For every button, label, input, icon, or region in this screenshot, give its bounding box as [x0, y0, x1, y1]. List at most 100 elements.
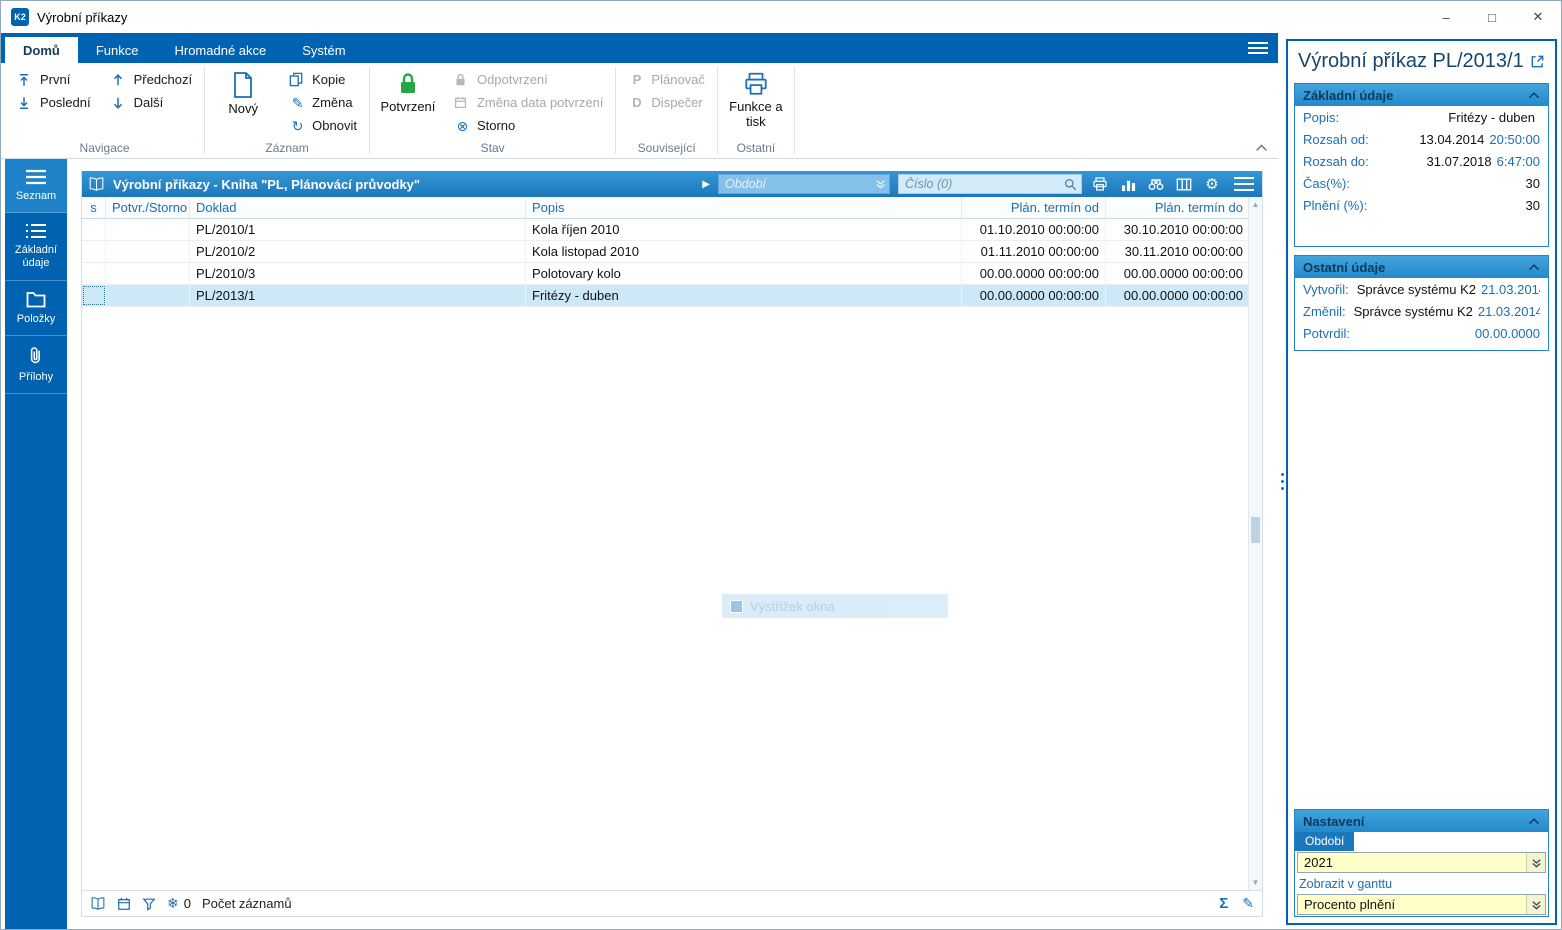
lock-gray-icon: [454, 73, 471, 87]
last-icon: [17, 96, 34, 110]
first-button[interactable]: První: [13, 68, 95, 91]
print-icon[interactable]: [1090, 174, 1110, 194]
functions-print-button[interactable]: Funkce a tisk: [726, 68, 786, 130]
column-header-popis[interactable]: Popis: [526, 197, 962, 218]
dispatcher-button[interactable]: D Dispečer: [624, 91, 708, 114]
close-button[interactable]: ✕: [1515, 1, 1561, 33]
table-empty-area: Výstřižek okna: [82, 307, 1248, 890]
sidebar-item-prilohy[interactable]: Přílohy: [5, 336, 67, 394]
previous-button[interactable]: Předchozí: [107, 68, 197, 91]
scrollbar-track[interactable]: [1249, 212, 1262, 875]
sidebar: Seznam Základní údaje Položky Přílohy: [5, 159, 67, 929]
tab-funkce[interactable]: Funkce: [78, 37, 157, 63]
section-zakladni-udaje: Základní údaje Popis: Fritézy - duben Ro…: [1294, 83, 1549, 247]
double-chevron-icon[interactable]: [1526, 895, 1545, 914]
chevron-up-icon[interactable]: [1528, 817, 1540, 825]
ribbon-group-zaznam: Nový Kopie ✎ Změna ↻ Obnovit Záznam: [205, 63, 369, 158]
ribbon-menu-icon[interactable]: [1248, 40, 1268, 56]
field-plneni: Plnění (%): 30: [1303, 197, 1540, 213]
sidebar-item-seznam[interactable]: Seznam: [5, 159, 67, 214]
chevron-up-icon[interactable]: [1528, 91, 1540, 99]
tab-hromadne-akce[interactable]: Hromadné akce: [156, 37, 284, 63]
detail-panel: Výrobní příkaz PL/2013/1 Základní údaje …: [1286, 39, 1557, 925]
records-table: Výrobní příkazy - Kniha "PL, Plánovácí p…: [81, 171, 1263, 917]
ribbon-collapse-button[interactable]: [1255, 143, 1268, 152]
column-header-doklad[interactable]: Doklad: [190, 197, 526, 218]
field-vytvoril: Vytvořil: Správce systému K221.03.2014 0…: [1303, 281, 1540, 297]
field-popis: Popis: Fritézy - duben: [1303, 109, 1535, 125]
section-header-ostatni-udaje[interactable]: Ostatní údaje: [1295, 256, 1548, 278]
section-header-zakladni-udaje[interactable]: Základní údaje: [1295, 84, 1548, 106]
calendar-icon[interactable]: [117, 897, 131, 911]
cancel-record-button[interactable]: ⊗ Storno: [450, 114, 607, 137]
period-combo: [1297, 852, 1546, 873]
vertical-scrollbar[interactable]: ▲ ▼: [1248, 197, 1262, 890]
sidebar-item-polozky[interactable]: Položky: [5, 281, 67, 336]
chevron-up-icon[interactable]: [1528, 263, 1540, 271]
popout-icon[interactable]: [1530, 50, 1545, 69]
field-zmenil: Změnil: Správce systému K221.03.2014 09:…: [1303, 303, 1540, 319]
unconfirm-button[interactable]: Odpotvrzení: [450, 68, 607, 91]
edit-button[interactable]: ✎ Změna: [285, 91, 361, 114]
change-confirm-date-button[interactable]: Změna data potvrzení: [450, 91, 607, 114]
edit-pencil-icon[interactable]: ✎: [1242, 895, 1254, 912]
refresh-button[interactable]: ↻ Obnovit: [285, 114, 361, 137]
minimize-button[interactable]: –: [1423, 1, 1469, 33]
book-panes-icon[interactable]: [90, 897, 106, 910]
app-logo-icon: K2: [11, 8, 29, 26]
columns-icon[interactable]: [1174, 174, 1194, 194]
table-row[interactable]: PL/2010/2 Kola listopad 2010 01.11.2010 …: [82, 241, 1250, 263]
new-button[interactable]: Nový: [213, 68, 273, 117]
table-row-selected[interactable]: PL/2013/1 Fritézy - duben 00.00.0000 00:…: [82, 285, 1250, 307]
number-search-input[interactable]: [905, 177, 1064, 191]
table-title: Výrobní příkazy - Kniha "PL, Plánovácí p…: [113, 176, 421, 192]
section-ostatni-udaje: Ostatní údaje Vytvořil: Správce systému …: [1294, 255, 1549, 351]
sidebar-item-zakladni-udaje[interactable]: Základní údaje: [5, 213, 67, 281]
table-menu-icon[interactable]: [1234, 177, 1254, 191]
tab-system[interactable]: Systém: [284, 37, 363, 63]
planner-icon: P: [632, 72, 642, 87]
binoculars-icon[interactable]: [1146, 174, 1166, 194]
gantt-combo-input[interactable]: [1298, 895, 1526, 914]
column-header-s[interactable]: s: [82, 197, 106, 218]
last-button[interactable]: Poslední: [13, 91, 95, 114]
snip-overlay: Výstřižek okna: [722, 594, 948, 618]
double-chevron-icon[interactable]: [875, 178, 886, 190]
copy-button[interactable]: Kopie: [285, 68, 361, 91]
gantt-label: Zobrazit v ganttu: [1299, 877, 1393, 891]
chart-icon[interactable]: [1118, 174, 1138, 194]
tab-domu[interactable]: Domů: [5, 37, 78, 63]
record-count-button[interactable]: Počet záznamů: [202, 896, 292, 911]
group-label-ostatni: Ostatní: [736, 141, 776, 155]
panel-splitter[interactable]: [1278, 33, 1286, 929]
period-filter-input[interactable]: [725, 177, 875, 191]
filter-icon[interactable]: [142, 897, 156, 911]
sum-icon[interactable]: Σ: [1219, 895, 1228, 912]
section-header-nastaveni[interactable]: Nastavení: [1295, 810, 1548, 832]
double-chevron-icon[interactable]: [1526, 853, 1545, 872]
planner-button[interactable]: P Plánovač: [624, 68, 708, 91]
gear-icon[interactable]: ⚙: [1202, 174, 1222, 194]
maximize-button[interactable]: □: [1469, 1, 1515, 33]
pencil-icon: ✎: [291, 94, 304, 111]
expand-play-icon[interactable]: ▶: [702, 179, 710, 190]
arrow-down-icon: [111, 96, 128, 110]
column-header-potvr-storno[interactable]: Potvr./Storno: [106, 197, 190, 218]
field-cas: Čas(%): 30: [1303, 175, 1540, 191]
scroll-up-icon[interactable]: ▲: [1249, 197, 1262, 212]
field-potvrdil: Potvrdil: 00.00.0000: [1303, 325, 1540, 341]
confirm-button[interactable]: Potvrzení: [378, 68, 438, 115]
table-row[interactable]: PL/2010/1 Kola říjen 2010 01.10.2010 00:…: [82, 219, 1250, 241]
dispatcher-icon: D: [632, 95, 642, 110]
next-button[interactable]: Další: [107, 91, 197, 114]
scroll-down-icon[interactable]: ▼: [1249, 875, 1262, 890]
column-header-plan-termin-do[interactable]: Plán. termín do: [1106, 197, 1250, 218]
period-combo-input[interactable]: [1298, 853, 1526, 872]
search-icon[interactable]: [1064, 178, 1077, 191]
panel-spacer: [1288, 351, 1555, 806]
table-row[interactable]: PL/2010/3 Polotovary kolo 00.00.0000 00:…: [82, 263, 1250, 285]
items-folder-icon: [26, 291, 46, 308]
snowflake-icon[interactable]: ❄: [167, 895, 179, 912]
column-header-plan-termin-od[interactable]: Plán. termín od: [962, 197, 1106, 218]
scrollbar-thumb[interactable]: [1251, 516, 1260, 543]
